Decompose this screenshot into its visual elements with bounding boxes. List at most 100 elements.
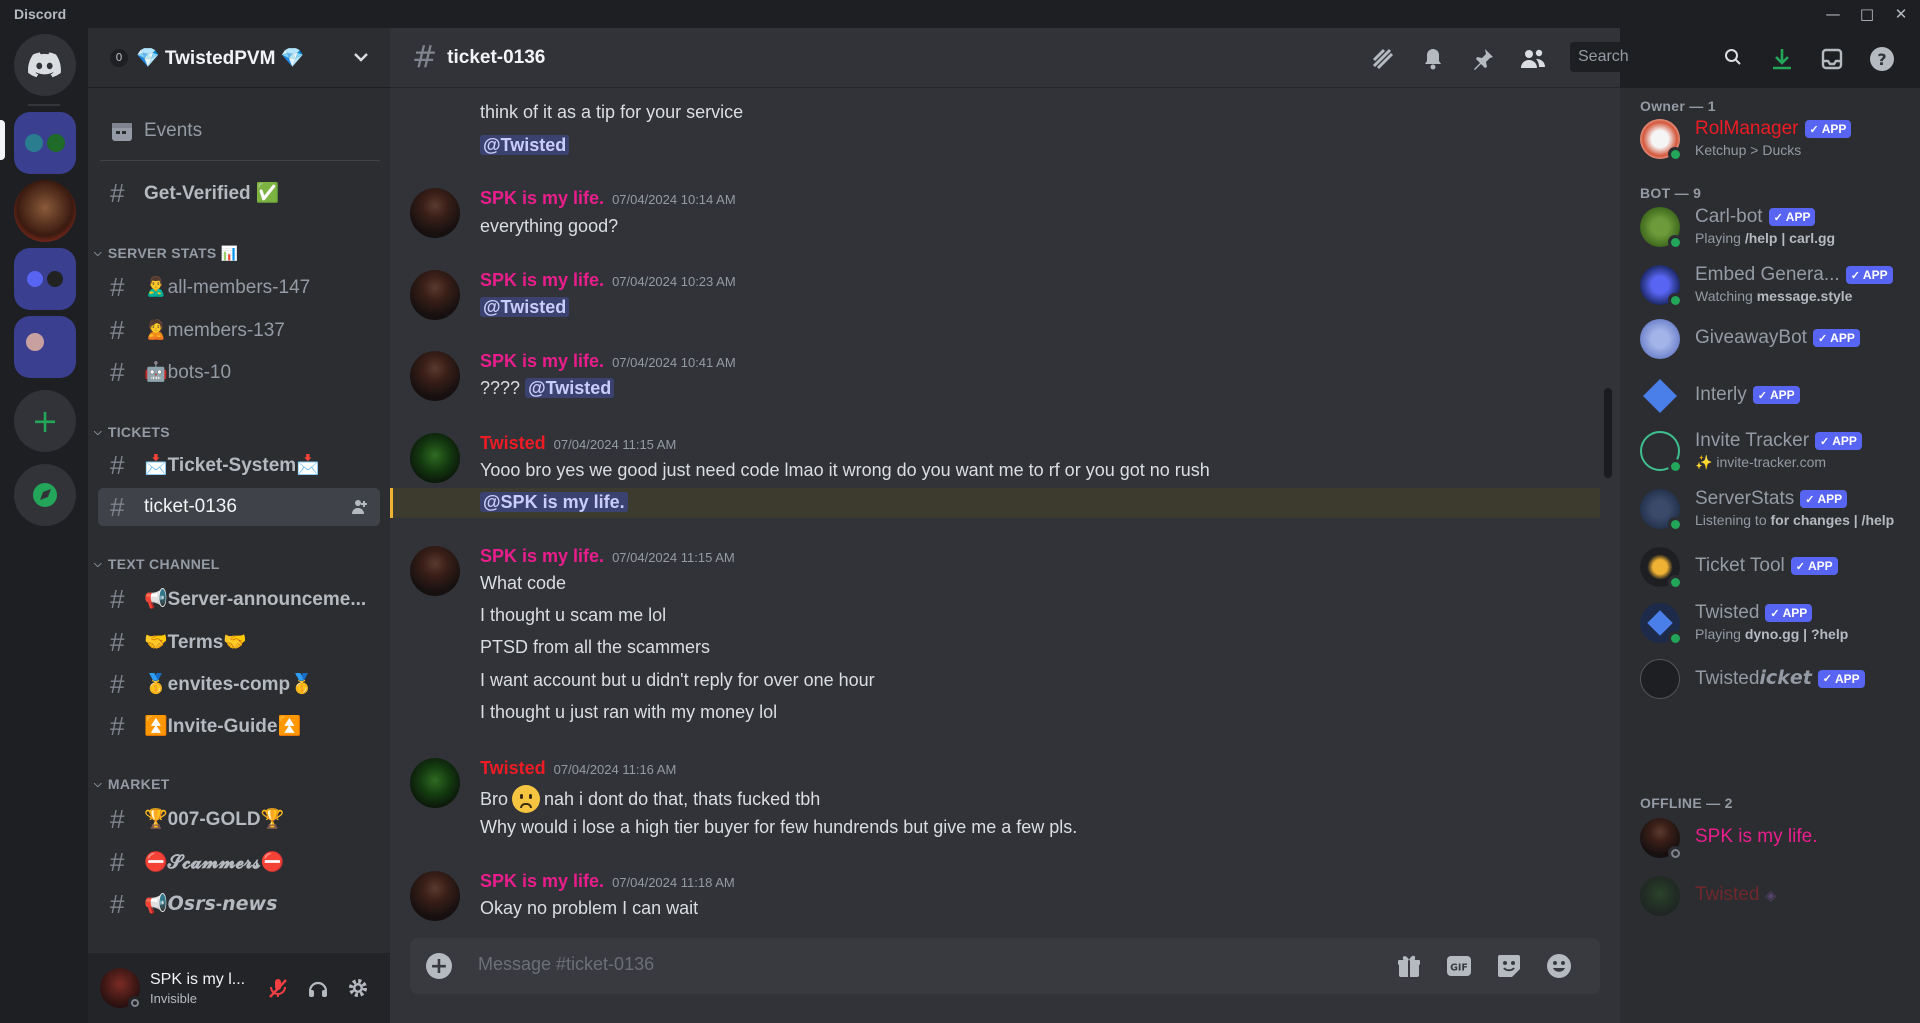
gif-icon[interactable]: GIF bbox=[1445, 952, 1473, 980]
author-name[interactable]: SPK is my life. bbox=[480, 270, 604, 291]
member-activity: Watching message.style bbox=[1695, 288, 1853, 304]
member-name: GiveawayBot ✓ APP bbox=[1695, 327, 1860, 349]
message-text: ???? @Twisted bbox=[480, 378, 615, 399]
mention[interactable]: @SPK is my life. bbox=[480, 492, 628, 512]
category-tickets[interactable]: ⌵ TICKETS bbox=[94, 424, 170, 440]
close-icon[interactable]: ✕ bbox=[1884, 0, 1918, 28]
server-header[interactable]: 0 💎 TwistedPVM 💎 bbox=[88, 28, 390, 88]
channel-terms[interactable]: # 🤝Terms🤝 bbox=[98, 623, 380, 661]
category-text-channel[interactable]: ⌵ TEXT CHANNEL bbox=[94, 556, 220, 572]
avatar[interactable] bbox=[410, 433, 460, 483]
channel-server-announcements[interactable]: # 📢Server-announceme... bbox=[98, 580, 380, 618]
author-name[interactable]: SPK is my life. bbox=[480, 351, 604, 372]
member-item[interactable]: ServerStats ✓ APP Listening to for changes… bbox=[1640, 484, 1910, 534]
channel-get-verified[interactable]: # Get-Verified ✅ bbox=[98, 174, 380, 212]
member-item[interactable]: Twisted ✓ APP Playing dyno.gg | ?help bbox=[1640, 598, 1910, 648]
mention[interactable]: @Twisted bbox=[525, 378, 615, 398]
help-icon[interactable]: ? bbox=[1868, 45, 1896, 73]
mention[interactable]: @Twisted bbox=[480, 297, 570, 317]
emoji-icon[interactable] bbox=[1545, 952, 1573, 980]
inbox-icon[interactable] bbox=[1818, 45, 1846, 73]
svg-text:GIF: GIF bbox=[1450, 963, 1468, 974]
author-name[interactable]: SPK is my life. bbox=[480, 871, 604, 892]
discover-icon[interactable] bbox=[14, 464, 76, 526]
minimize-icon[interactable]: — bbox=[1816, 0, 1850, 28]
member-item[interactable]: Invite Tracker ✓ APP ✨ invite-tracker.com bbox=[1640, 426, 1910, 476]
discord-logo-icon[interactable] bbox=[14, 34, 76, 96]
channel-ticket-system[interactable]: # 📩Ticket-System📩 bbox=[98, 446, 380, 484]
avatar[interactable] bbox=[100, 968, 142, 1010]
avatar[interactable] bbox=[410, 758, 460, 808]
avatar[interactable] bbox=[410, 351, 460, 401]
status-indicator bbox=[1668, 575, 1682, 589]
avatar bbox=[1640, 376, 1680, 416]
avatar bbox=[1640, 659, 1680, 699]
member-name: Carl-bot ✓ APP bbox=[1695, 206, 1816, 228]
member-item[interactable]: Carl-bot ✓ APP Playing /help | carl.gg bbox=[1640, 202, 1910, 252]
user-info[interactable]: SPK is my l... Invisible bbox=[150, 971, 245, 1006]
bell-icon[interactable] bbox=[1419, 45, 1447, 73]
server-folder-2[interactable] bbox=[14, 248, 76, 310]
channel-osrs-news[interactable]: # 📢𝙊𝙨𝙧𝙨-𝙣𝙚𝙬𝙨 bbox=[98, 885, 380, 923]
category-server-stats[interactable]: ⌵ SERVER STATS 📊 bbox=[94, 245, 238, 262]
members-icon[interactable] bbox=[1519, 45, 1547, 73]
member-activity: ✨ invite-tracker.com bbox=[1695, 454, 1827, 470]
scrollbar-thumb[interactable] bbox=[1604, 388, 1612, 478]
chevron-down-icon[interactable] bbox=[352, 48, 370, 66]
maximize-icon[interactable]: □ bbox=[1850, 0, 1884, 28]
member-item[interactable]: Interly ✓ APP bbox=[1640, 371, 1910, 421]
add-attachment-icon[interactable]: + bbox=[426, 953, 452, 979]
download-icon[interactable] bbox=[1768, 45, 1796, 73]
author-name[interactable]: Twisted bbox=[480, 758, 546, 779]
avatar[interactable] bbox=[410, 270, 460, 320]
sticker-icon[interactable] bbox=[1495, 952, 1523, 980]
member-item[interactable]: SPK is my life. bbox=[1640, 813, 1910, 863]
server-folder-3[interactable] bbox=[14, 316, 76, 378]
avatar[interactable] bbox=[410, 871, 460, 921]
category-market[interactable]: ⌵ MARKET bbox=[94, 776, 170, 792]
headphones-icon[interactable] bbox=[306, 976, 330, 1000]
author-name[interactable]: Twisted bbox=[480, 433, 546, 454]
server-avatar[interactable] bbox=[14, 180, 76, 242]
member-item[interactable]: Twisted𝙞𝙘𝙠𝙚𝙩 ✓ APP bbox=[1640, 654, 1910, 704]
message-input[interactable]: Message #ticket-0136 bbox=[478, 954, 654, 975]
channel-envites-comp[interactable]: # 🥇envites-comp🥇 bbox=[98, 665, 380, 703]
threads-icon[interactable] bbox=[1369, 45, 1397, 73]
add-server-icon[interactable]: + bbox=[14, 390, 76, 452]
channel-bots[interactable]: # 🤖bots-10 bbox=[98, 353, 380, 391]
status-indicator bbox=[128, 996, 142, 1010]
gift-icon[interactable] bbox=[1395, 952, 1423, 980]
channel-ticket-0136[interactable]: # ticket-0136 bbox=[98, 488, 380, 526]
status-indicator bbox=[1668, 517, 1682, 531]
member-item[interactable]: Embed Genera... ✓ APP Watching message.sty… bbox=[1640, 260, 1910, 310]
channel-all-members[interactable]: # 🙎‍♂️all-members-147 bbox=[98, 268, 380, 306]
author-name[interactable]: SPK is my life. bbox=[480, 546, 604, 567]
member-item[interactable]: Twisted ◈ bbox=[1640, 871, 1910, 921]
member-item[interactable]: RolManager ✓ APP Ketchup > Ducks bbox=[1640, 114, 1910, 164]
message-header: SPK is my life. 07/04/2024 10:41 AM bbox=[480, 351, 736, 372]
gear-icon[interactable] bbox=[346, 976, 370, 1000]
author-name[interactable]: SPK is my life. bbox=[480, 188, 604, 209]
mention[interactable]: @Twisted bbox=[480, 135, 570, 155]
events-item[interactable]: Events bbox=[98, 112, 380, 150]
mute-mic-icon[interactable] bbox=[266, 976, 290, 1000]
channel-007-gold[interactable]: # 🏆007-GOLD🏆 bbox=[98, 800, 380, 838]
message-header: Twisted 07/04/2024 11:15 AM bbox=[480, 433, 676, 454]
app-badge: ✓ APP bbox=[1800, 490, 1848, 508]
server-folder-1[interactable] bbox=[14, 112, 76, 174]
member-item[interactable]: GiveawayBot ✓ APP bbox=[1640, 314, 1910, 364]
channel-invite-guide[interactable]: # ⏫Invite-Guide⏫ bbox=[98, 707, 380, 745]
channel-scammers[interactable]: # ⛔𝓢𝓬𝓪𝓶𝓶𝓮𝓻𝓼⛔ bbox=[98, 843, 380, 881]
avatar[interactable] bbox=[410, 546, 460, 596]
member-name: Twisted ◈ bbox=[1695, 884, 1777, 905]
message-mention: @SPK is my life. bbox=[480, 492, 628, 513]
search-input[interactable]: Search bbox=[1570, 42, 1750, 72]
add-member-icon[interactable] bbox=[350, 498, 368, 516]
channel-members[interactable]: # 🙎members-137 bbox=[98, 311, 380, 349]
avatar[interactable] bbox=[410, 188, 460, 238]
user-status: Invisible bbox=[150, 990, 197, 1006]
timestamp: 07/04/2024 10:23 AM bbox=[612, 274, 736, 289]
pin-icon[interactable] bbox=[1469, 45, 1497, 73]
timestamp: 07/04/2024 11:16 AM bbox=[553, 762, 677, 777]
member-item[interactable]: Ticket Tool ✓ APP bbox=[1640, 542, 1910, 592]
